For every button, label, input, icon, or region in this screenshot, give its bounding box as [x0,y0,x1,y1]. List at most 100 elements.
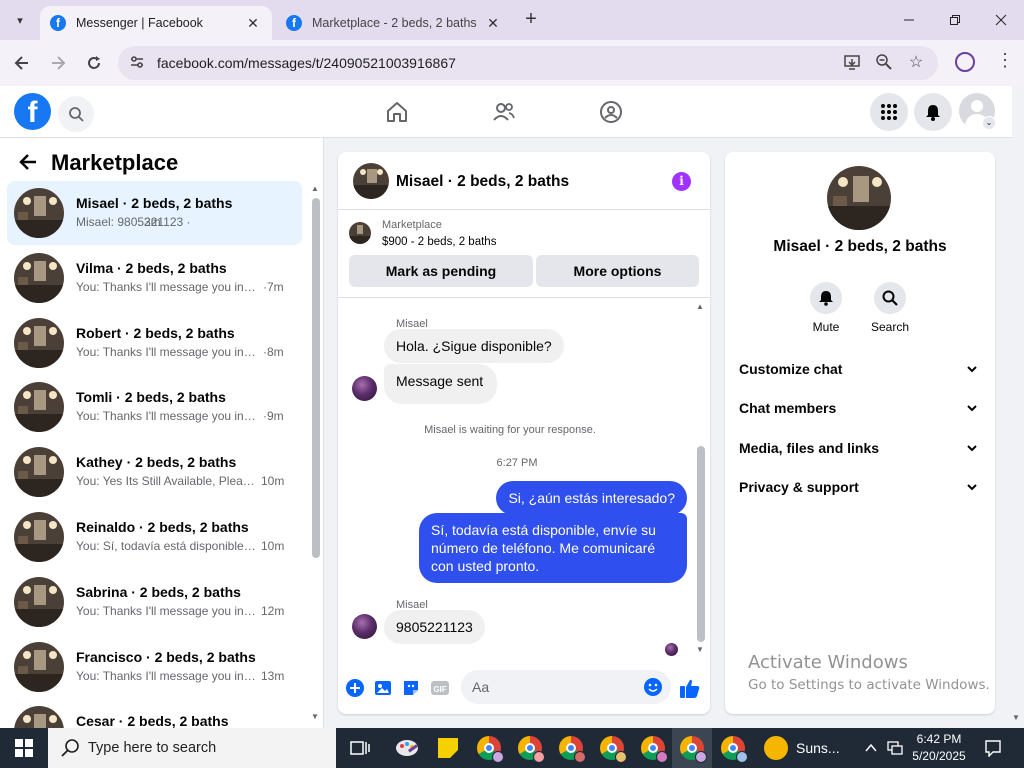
conversation-thumbnail [14,576,64,627]
attach-photo-icon[interactable] [373,678,393,698]
chat-members-row[interactable]: Chat members [739,397,981,421]
chrome-profile-1-icon[interactable] [469,728,509,768]
listing-thumbnail[interactable] [349,222,371,244]
media-files-links-row[interactable]: Media, files and links [739,437,981,461]
zoom-icon[interactable] [874,53,894,73]
facebook-search-button[interactable] [58,96,94,132]
message-input[interactable]: Aa [461,670,671,704]
conversation-time: 12m [261,603,285,618]
facebook-logo-icon[interactable]: f [14,93,51,130]
tab-marketplace[interactable]: f Marketplace - 2 beds, 2 baths | ✕ [276,6,512,40]
friends-icon[interactable] [491,99,517,125]
incoming-message[interactable]: Message sent [384,364,498,404]
back-arrow-icon[interactable] [18,152,38,178]
task-view-icon[interactable] [340,728,380,768]
conversation-name: Reinaldo · 2 beds, 2 baths [76,519,249,535]
chrome-profile-6-icon[interactable] [672,728,712,768]
scroll-up-arrow-icon[interactable]: ▲ [311,184,319,193]
omnibox[interactable]: facebook.com/messages/t/2409052100391686… [118,46,938,80]
scroll-up-arrow-icon[interactable]: ▲ [696,302,704,311]
scrollbar-thumb[interactable] [312,198,320,558]
reload-icon[interactable] [81,50,107,76]
paint-app-icon[interactable] [387,728,427,768]
scrollbar-thumb[interactable] [697,446,705,642]
more-options-button[interactable]: More options [536,255,699,287]
tab-close-icon[interactable]: ✕ [244,15,262,32]
incoming-message[interactable]: 9805221123 [384,610,485,644]
conversation-item[interactable]: Francisco · 2 beds, 2 baths You: Thanks I… [7,635,302,699]
search-in-conversation-button[interactable]: Search [860,282,920,334]
emoji-icon[interactable] [644,678,662,696]
chrome-profile-7-icon[interactable] [713,728,753,768]
more-actions-plus-icon[interactable] [345,678,365,698]
minimize-icon[interactable] [889,8,929,32]
scroll-down-arrow-icon[interactable]: ▼ [1012,713,1020,722]
url-text[interactable]: facebook.com/messages/t/2409052100391686… [157,55,456,71]
privacy-support-row[interactable]: Privacy & support [739,476,981,500]
conversation-item[interactable]: Tomli · 2 beds, 2 baths You: Thanks I'll … [7,375,302,439]
weather-widget[interactable]: Suns... [764,736,840,760]
mute-button[interactable]: Mute [796,282,856,334]
tab-search-dropdown-icon[interactable]: ▾ [8,8,32,32]
chrome-profile-2-icon[interactable] [510,728,550,768]
close-window-icon[interactable] [981,8,1021,32]
browser-menu-icon[interactable]: ⋮ [996,50,1014,71]
sticky-notes-icon[interactable] [428,728,468,768]
forward-arrow-icon[interactable] [45,50,71,76]
windows-start-icon[interactable] [0,728,48,768]
taskbar-search-box[interactable]: Type here to search [48,728,336,768]
conversation-item[interactable]: Misael · 2 beds, 2 baths Misael: 98052211… [7,181,302,245]
tab-messenger[interactable]: f Messenger | Facebook ✕ [40,6,272,40]
install-app-icon[interactable] [842,53,862,73]
customize-chat-row[interactable]: Customize chat [739,358,981,382]
contact-avatar[interactable] [827,166,891,230]
notification-center-icon[interactable] [978,728,1008,768]
system-clock[interactable]: 6:42 PM 5/20/2025 [906,731,972,765]
account-chevron-down-icon[interactable]: ⌄ [982,116,996,130]
scroll-down-arrow-icon[interactable]: ▼ [696,645,704,654]
sun-icon [764,736,788,760]
conversation-name: Francisco · 2 beds, 2 baths [76,648,256,665]
outgoing-message[interactable]: Si, ¿aún estás interesado? [496,481,687,515]
menu-grid-icon[interactable] [870,93,908,131]
chrome-profile-4-icon[interactable] [592,728,632,768]
conversation-item[interactable]: Robert · 2 beds, 2 baths You: Thanks I'll… [7,311,302,375]
groups-icon[interactable] [598,99,624,125]
conversation-info-icon[interactable]: i [672,172,691,191]
sender-avatar[interactable] [352,614,377,639]
chrome-profile-5-icon[interactable] [633,728,673,768]
outgoing-message[interactable]: Sí, todavía está disponible, envíe su nú… [419,513,687,583]
conversation-name: Sabrina · 2 beds, 2 baths [76,583,241,600]
show-hidden-icons-chevron-up-icon[interactable] [860,728,882,768]
browser-profile-icon[interactable] [955,52,975,72]
mark-as-pending-button[interactable]: Mark as pending [349,255,533,287]
restore-icon[interactable] [935,8,975,32]
chat-avatar[interactable] [353,163,389,199]
bookmark-star-icon[interactable]: ☆ [906,53,926,73]
conversation-item[interactable]: Vilma · 2 beds, 2 baths You: Thanks I'll … [7,246,302,310]
row-label: Media, files and links [739,440,880,456]
gif-icon[interactable]: GIF [430,678,450,698]
sticker-icon[interactable] [401,678,421,698]
conversation-thumbnail [14,512,64,562]
conversation-time: 10m [261,539,285,553]
incoming-message[interactable]: Hola. ¿Sigue disponible? [384,329,564,363]
new-tab-button[interactable]: + [520,9,542,31]
watermark-subtitle: Go to Settings to activate Windows. [748,677,990,693]
back-arrow-icon[interactable] [9,50,35,76]
conversation-item[interactable]: Sabrina · 2 beds, 2 baths You: Thanks I'l… [7,570,302,634]
conversation-item[interactable]: Cesar · 2 beds, 2 baths [7,699,302,728]
home-icon[interactable] [384,99,410,125]
conversation-item[interactable]: Kathey · 2 beds, 2 baths You: Yes Its Sti… [7,440,302,504]
notifications-bell-icon[interactable] [914,93,952,131]
listing-price[interactable]: $900 - 2 beds, 2 baths [382,236,496,248]
chevron-down-icon [967,366,977,373]
thumbs-up-like-icon[interactable] [679,677,701,699]
sender-avatar[interactable] [352,376,377,401]
scroll-down-arrow-icon[interactable]: ▼ [311,712,319,721]
chrome-profile-3-icon[interactable] [551,728,591,768]
conversation-item[interactable]: Reinaldo · 2 beds, 2 baths You: Sí, todav… [7,505,302,569]
network-icon[interactable] [884,728,906,768]
site-info-icon[interactable] [128,54,146,72]
tab-close-icon[interactable]: ✕ [484,15,502,32]
